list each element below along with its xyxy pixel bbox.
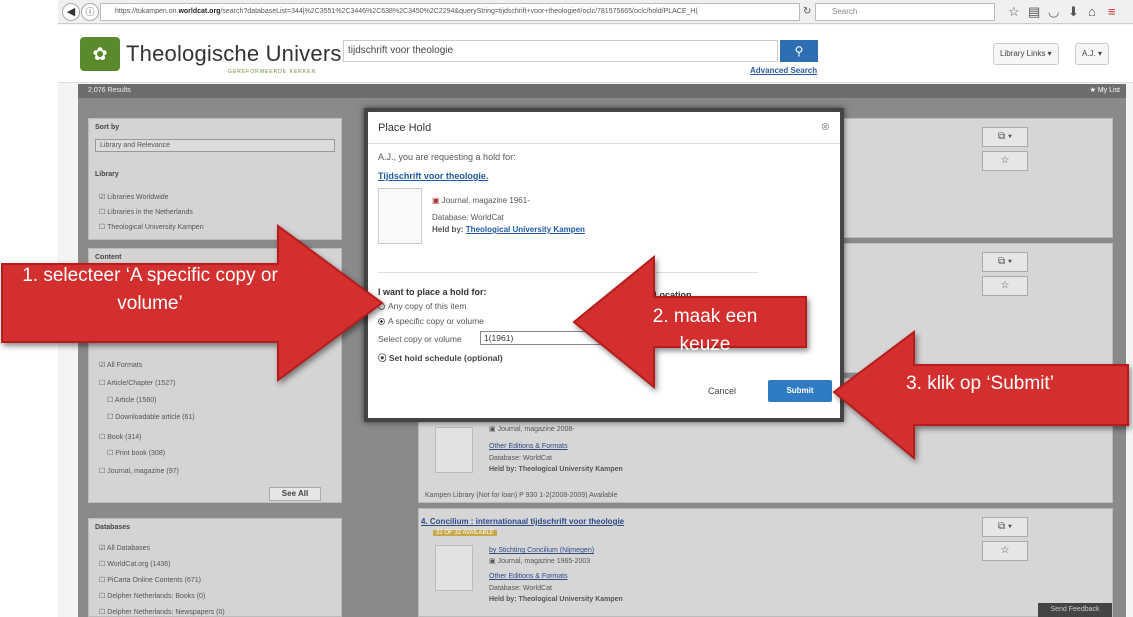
reading-list-icon[interactable]: ▤ [1028, 4, 1040, 20]
pocket-icon[interactable]: ◡ [1048, 4, 1059, 20]
library-links-button[interactable]: Library Links ▾ [993, 43, 1059, 65]
hold-schedule-toggle[interactable]: ⦿ Set hold schedule (optional) [378, 352, 503, 364]
other-editions-link[interactable]: Other Editions & Formats [489, 573, 568, 580]
format-option[interactable]: ☐ Journal, magazine (97) [99, 467, 179, 475]
see-all-button[interactable]: See All [269, 487, 321, 501]
url-prefix: https://tukampen.on. [115, 8, 179, 15]
annotation-step-3: 3. klik op ‘Submit’ [906, 373, 1054, 394]
author-link[interactable]: by Stichting Concilium (Nijmegen) [489, 547, 594, 554]
result-type: ▣ Journal, magazine 2008- [489, 426, 575, 433]
results-count: 2,076 Results [88, 87, 131, 94]
reload-icon[interactable]: ↻ [803, 4, 811, 20]
result-held-by: Held by: Theological University Kampen [489, 466, 623, 473]
request-intro: A.J., you are requesting a hold for: [378, 152, 516, 162]
back-icon[interactable]: ◀ [62, 3, 80, 21]
format-option[interactable]: ☐ Article (1560) [107, 396, 156, 404]
catalog-search-input[interactable]: tijdschrift voor theologie [343, 40, 778, 62]
cite-export-icon[interactable]: ⧉ ▾ [982, 127, 1028, 147]
address-bar[interactable]: https://tukampen.on.worldcat.org/search?… [100, 3, 800, 21]
databases-panel: Databases ☑ All Databases ☐ WorldCat.org… [88, 518, 342, 617]
result-type: ▣ Journal, magazine 1965-2003 [489, 558, 591, 565]
result-card: 4. Concilium : internationaal tijdschrif… [418, 508, 1113, 617]
database-option[interactable]: ☐ WorldCat.org (1436) [99, 560, 171, 568]
url-host: worldcat.org [178, 8, 221, 15]
results-bar: 2,076 Results ★ My List [78, 84, 1126, 98]
sort-by-heading: Sort by [95, 124, 120, 131]
brand-subtitle: GEREFORMEERDE KERKEN [228, 69, 317, 75]
other-editions-link[interactable]: Other Editions & Formats [489, 443, 568, 450]
home-icon[interactable]: ⌂ [1088, 4, 1096, 20]
any-copy-radio[interactable]: Any copy of this item [378, 301, 466, 311]
item-type: ▣ Journal, magazine 1961- [432, 196, 530, 205]
database-option[interactable]: ☐ PiCarta Online Contents (671) [99, 576, 201, 584]
url-path: /search?databaseList=344|%2C3551%2C3446%… [220, 8, 698, 15]
database-option[interactable]: ☐ Delpher Netherlands: Newspapers (0) [99, 608, 225, 616]
site-header: ✿ Theologische Universiteit GEREFORMEERD… [58, 25, 1133, 83]
browser-toolbar: ◀ ⓘ https://tukampen.on.worldcat.org/sea… [58, 0, 1133, 24]
favorite-star-icon[interactable]: ☆ [982, 151, 1028, 171]
dialog-header: Place Hold ⊗ [368, 112, 840, 144]
result-held-by: Held by: Theological University Kampen [489, 596, 623, 603]
info-icon[interactable]: ⓘ [81, 3, 99, 21]
cover-thumbnail [435, 545, 473, 591]
database-option[interactable]: ☐ Delpher Netherlands: Books (0) [99, 592, 205, 600]
sort-select[interactable]: Library and Relevance [95, 139, 335, 152]
library-heading: Library [95, 171, 119, 178]
menu-icon[interactable]: ≡ [1108, 4, 1116, 20]
result-database: Database: WorldCat [489, 455, 552, 462]
advanced-search-link[interactable]: Advanced Search [750, 66, 817, 75]
browser-search-input[interactable]: Search [815, 3, 995, 21]
item-database: Database: WorldCat [432, 213, 504, 222]
hold-for-label: I want to place a hold for: [378, 287, 487, 297]
favorite-star-icon[interactable]: ☆ [982, 541, 1028, 561]
journal-icon: ▣ [432, 196, 440, 205]
favorite-star-icon[interactable]: ☆ [982, 276, 1028, 296]
cite-export-icon[interactable]: ⧉ ▾ [982, 252, 1028, 272]
cite-export-icon[interactable]: ⧉ ▾ [982, 517, 1028, 537]
held-by-link[interactable]: Theological University Kampen [466, 225, 585, 234]
search-button[interactable]: ⚲ [780, 40, 818, 62]
item-title-link[interactable]: Tijdschrift voor theologie. [378, 171, 488, 181]
result-database: Database: WorldCat [489, 585, 552, 592]
send-feedback-button[interactable]: Send Feedback [1038, 603, 1112, 617]
browser-search-placeholder: Search [832, 7, 858, 16]
library-option[interactable]: ☑ Libraries Worldwide [99, 193, 169, 201]
annotation-step-2: 2. maak een keuze [652, 306, 758, 355]
database-option[interactable]: ☑ All Databases [99, 544, 150, 552]
databases-heading: Databases [95, 524, 131, 531]
availability-badge: 32 OF 32 AVAILABLE [433, 530, 497, 536]
select-volume-label: Select copy or volume [378, 334, 462, 344]
bookmark-star-icon[interactable]: ☆ [1008, 4, 1020, 20]
annotation-step-1: 1. selecteer ‘A specific copy or volume’ [22, 265, 278, 314]
user-menu-button[interactable]: A.J. ▾ [1075, 43, 1110, 65]
item-held-by: Held by: Theological University Kampen [432, 225, 585, 234]
cover-thumbnail [435, 427, 473, 473]
library-option[interactable]: ☐ Libraries in the Netherlands [99, 208, 193, 216]
dialog-title: Place Hold [378, 122, 432, 134]
close-icon[interactable]: ⊗ [821, 120, 830, 133]
university-logo-icon[interactable]: ✿ [80, 37, 120, 71]
format-option[interactable]: ☐ Book (314) [99, 433, 141, 441]
result-title-link[interactable]: 4. Concilium : internationaal tijdschrif… [421, 517, 624, 526]
my-list-link[interactable]: ★ My List [1090, 84, 1120, 98]
specific-copy-radio[interactable]: A specific copy or volume [378, 316, 484, 326]
availability-line: Kampen Library (Not for loan) P 930 1-2(… [425, 492, 618, 499]
search-icon: ⚲ [794, 44, 804, 58]
brand-name: Theologische Universiteit [126, 41, 377, 66]
format-option[interactable]: ☐ Downloadable article (61) [107, 413, 195, 421]
format-option[interactable]: ☐ Print book (308) [107, 449, 165, 457]
download-icon[interactable]: ⬇ [1068, 4, 1079, 20]
